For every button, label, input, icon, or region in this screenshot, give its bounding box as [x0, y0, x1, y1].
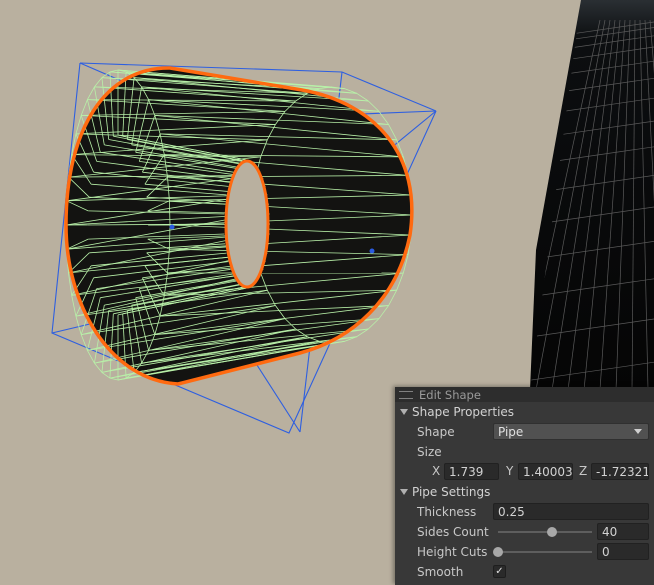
panel-titlebar[interactable]: Edit Shape [395, 387, 654, 402]
shape-dropdown-value: Pipe [498, 424, 524, 439]
height-cuts-label: Height Cuts [417, 545, 488, 559]
edit-shape-panel: Edit Shape Shape Properties Shape Pipe S… [395, 387, 654, 585]
height-cuts-field[interactable]: 0 [597, 543, 649, 560]
panel-title: Edit Shape [419, 387, 481, 402]
size-label: Size [417, 445, 442, 459]
size-z-field[interactable]: -1.72321 [591, 463, 649, 480]
height-cuts-slider-track[interactable] [498, 551, 592, 553]
shape-label: Shape [417, 425, 455, 439]
scene-viewport[interactable]: Edit Shape Shape Properties Shape Pipe S… [0, 0, 654, 585]
shape-dropdown[interactable]: Pipe [493, 423, 649, 440]
size-x-label[interactable]: X [432, 464, 440, 478]
pipe-settings-header: Pipe Settings [412, 485, 491, 499]
sides-count-slider-track[interactable] [498, 531, 592, 533]
shape-properties-header: Shape Properties [412, 405, 515, 419]
shape-properties-foldout[interactable]: Shape Properties [400, 405, 514, 419]
size-y-label[interactable]: Y [506, 464, 513, 478]
thickness-field[interactable]: 0.25 [493, 503, 649, 520]
sides-count-field[interactable]: 40 [597, 523, 649, 540]
smooth-label: Smooth [417, 565, 464, 579]
pipe-inner-hole [224, 159, 270, 289]
height-cuts-slider-thumb[interactable] [493, 547, 503, 557]
size-x-field[interactable]: 1.739 [444, 463, 499, 480]
drag-handle-icon[interactable] [399, 390, 413, 399]
smooth-checkbox[interactable]: ✓ [493, 565, 506, 578]
pivot-point-left[interactable] [169, 224, 175, 230]
dropdown-arrow-icon [634, 429, 642, 434]
sides-count-slider-thumb[interactable] [546, 527, 557, 537]
size-y-field[interactable]: 1.40003 [518, 463, 573, 480]
foldout-triangle-icon[interactable] [400, 409, 408, 415]
thickness-label: Thickness [417, 505, 477, 519]
sides-count-label: Sides Count [417, 525, 489, 539]
pivot-point-right[interactable] [369, 248, 375, 254]
size-z-label[interactable]: Z [579, 464, 587, 478]
pipe-settings-foldout[interactable]: Pipe Settings [400, 485, 490, 499]
foldout-triangle-icon[interactable] [400, 489, 408, 495]
